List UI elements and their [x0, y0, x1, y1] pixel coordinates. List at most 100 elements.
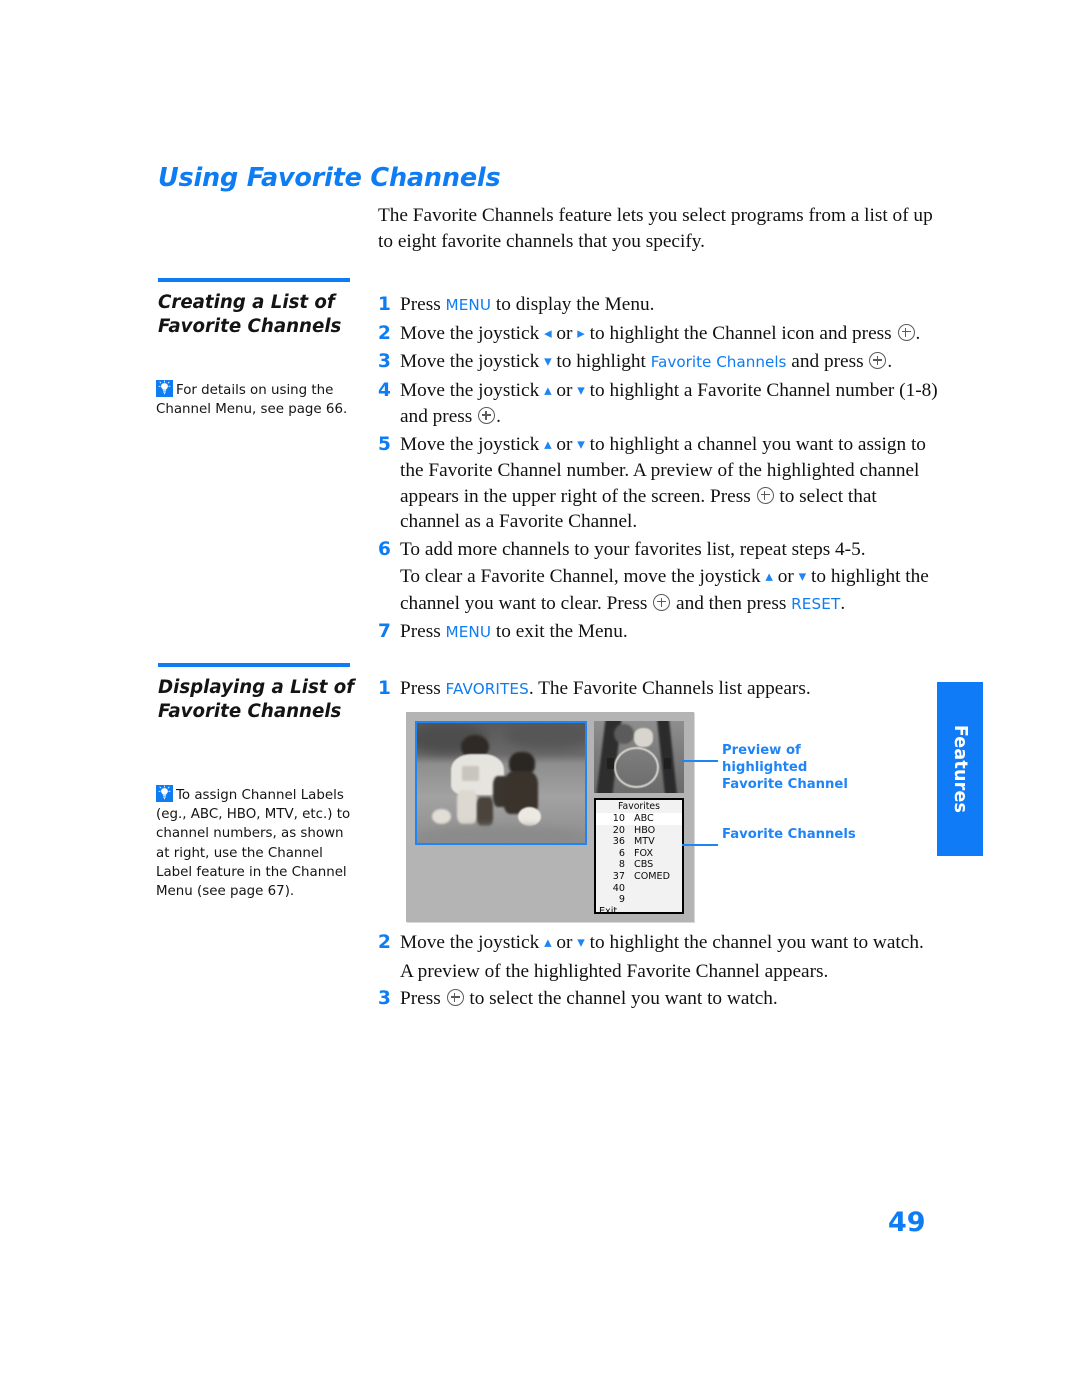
- joystick-down-arrow-icon: ▾: [798, 569, 807, 585]
- joystick-select-circle-plus-icon: [869, 352, 887, 369]
- step-number: 1: [378, 678, 391, 699]
- callout-leader-preview: [682, 760, 718, 762]
- favorites-row[interactable]: 10 ABC: [596, 813, 682, 825]
- favorites-row[interactable]: 8 CBS: [596, 859, 682, 871]
- step-item: 2 Move the joystick ◂ or ▸ to highlight t…: [378, 321, 938, 348]
- joystick-up-arrow-icon: ▴: [544, 436, 552, 453]
- joystick-up-arrow-icon: ▴: [544, 935, 552, 951]
- step-item: 6 To add more channels to your favorites …: [378, 537, 938, 563]
- favorites-channel-number: 8: [618, 859, 625, 871]
- joystick-select-circle-plus-icon: [897, 323, 915, 341]
- step-item: 7 Press MENU to exit the Menu.: [378, 619, 938, 646]
- joystick-select-circle-plus-icon: [478, 407, 496, 424]
- section1-rule: [158, 278, 350, 282]
- joystick-down-arrow-icon: ▾: [577, 436, 585, 453]
- step-text: Press MENU to display the Menu.: [400, 294, 655, 315]
- favorites-exit-item[interactable]: Exit: [596, 906, 682, 918]
- intro-paragraph: The Favorite Channels feature lets you s…: [378, 205, 933, 252]
- manual-page: Using Favorite Channels The Favorite Cha…: [0, 0, 1080, 1397]
- joystick-up-arrow-icon: ▴: [544, 382, 552, 399]
- step-item: 4 Move the joystick ▴ or ▾ to highlight a…: [378, 378, 938, 430]
- step-item: 3 Move the joystick ▾ to highlight Favori…: [378, 349, 938, 376]
- favorites-channel-number: 36: [612, 836, 625, 848]
- step-number: 2: [378, 932, 391, 953]
- step-number: 3: [378, 988, 391, 1009]
- bicycle-scene: [594, 721, 684, 793]
- favorites-channel-label: CBS: [634, 859, 654, 871]
- favorites-rows: 10 ABC 20 HBO 36 MTV 6 FOX 8 CBS 37 COMED 40 9: [596, 813, 682, 906]
- step-continuation-text: A preview of the highlighted Favorite Ch…: [400, 960, 829, 982]
- step-text: Press to select the channel you want to …: [400, 988, 778, 1009]
- step-number: 3: [378, 351, 391, 372]
- favorites-channel-number: 6: [618, 847, 625, 859]
- favorites-channel-number: 9: [618, 894, 625, 906]
- callout-preview-label: Preview of highlighted Favorite Channel: [722, 743, 848, 792]
- favorites-row[interactable]: 20 HBO: [596, 825, 682, 837]
- favorites-row[interactable]: 9: [596, 894, 682, 906]
- favorites-channel-label: ABC: [634, 813, 654, 824]
- step-number: 6: [378, 538, 391, 560]
- step-text: To add more channels to your favorites l…: [400, 538, 866, 560]
- step-text: Move the joystick ▴ or ▾ to highlight th…: [400, 930, 938, 957]
- joystick-select-circle-plus-icon: [653, 593, 671, 611]
- section2-tip-text: To assign Channel Labels (eg., ABC, HBO,…: [156, 788, 351, 900]
- step-text: Move the joystick ▾ to highlight Favorit…: [400, 349, 938, 376]
- football-scene: [417, 723, 585, 843]
- callout-leader-list: [682, 844, 718, 846]
- joystick-right-arrow-icon: ▸: [577, 325, 585, 342]
- section1-tip: For details on using the Channel Menu, s…: [156, 380, 356, 419]
- favorites-channel-label: [634, 894, 679, 906]
- section2-step1: 1 Press FAVORITES. The Favorite Channels …: [378, 676, 938, 705]
- step-text: Move the joystick ◂ or ▸ to highlight th…: [400, 321, 938, 348]
- favorites-row[interactable]: 37 COMED: [596, 871, 682, 883]
- step-number: 7: [378, 621, 391, 642]
- highlighted-channel-preview-image: [594, 721, 684, 793]
- joystick-select-circle-plus-icon: [446, 989, 464, 1006]
- lightbulb-tip-icon: [156, 380, 173, 397]
- keyword-favorites: FAVORITES: [445, 680, 529, 698]
- page-title: Using Favorite Channels: [158, 163, 501, 193]
- favorites-channel-label: [634, 883, 679, 895]
- joystick-up-arrow-icon: ▴: [765, 569, 773, 585]
- favorite-channels-figure: Favorites 10 ABC 20 HBO 36 MTV 6 FOX 8 CBS 37 COMED…: [406, 712, 694, 922]
- step-item: 2 Move the joystick ▴ or ▾ to highlight t…: [378, 930, 938, 957]
- features-side-tab-label: Features: [950, 724, 970, 814]
- features-side-tab: Features: [937, 682, 983, 856]
- lightbulb-tip-icon: [156, 785, 173, 802]
- section2-tip: To assign Channel Labels (eg., ABC, HBO,…: [156, 785, 356, 901]
- step-number: 2: [378, 322, 391, 344]
- favorites-row[interactable]: 40: [596, 883, 682, 895]
- step-continuation-text: To clear a Favorite Channel, move the jo…: [400, 566, 929, 614]
- favorites-row[interactable]: 36 MTV: [596, 836, 682, 848]
- section2-heading: Displaying a List of Favorite Channels: [158, 677, 355, 722]
- step-number: 5: [378, 433, 391, 455]
- section2-steps-rest: 2 Move the joystick ▴ or ▾ to highlight t…: [378, 930, 938, 1014]
- step-text: Press FAVORITES. The Favorite Channels l…: [400, 678, 811, 699]
- favorites-channel-number: 37: [612, 870, 625, 882]
- favorites-channel-label: COMED: [634, 870, 670, 882]
- favorites-channel-label: MTV: [634, 836, 655, 848]
- keyword-menu: MENU: [445, 623, 492, 641]
- favorites-channel-number: 20: [612, 824, 625, 836]
- favorites-list-panel: Favorites 10 ABC 20 HBO 36 MTV 6 FOX 8 CBS 37 COMED…: [594, 798, 684, 917]
- step-item: 1 Press FAVORITES. The Favorite Channels …: [378, 676, 938, 703]
- step-text: Move the joystick ▴ or ▾ to highlight a …: [400, 379, 938, 428]
- favorites-channel-label: FOX: [634, 847, 654, 859]
- keyword-reset: RESET: [791, 594, 841, 613]
- section2-rule: [158, 663, 350, 667]
- step-item: 5 Move the joystick ▴ or ▾ to highlight a…: [378, 432, 938, 535]
- joystick-select-circle-plus-icon: [756, 486, 774, 504]
- joystick-down-arrow-icon: ▾: [577, 935, 585, 951]
- joystick-down-arrow-icon: ▾: [577, 382, 585, 399]
- favorites-row[interactable]: 6 FOX: [596, 848, 682, 860]
- step-number: 4: [378, 379, 391, 401]
- main-channel-preview-image: [415, 721, 587, 845]
- step-item: 1 Press MENU to display the Menu.: [378, 292, 938, 319]
- joystick-left-arrow-icon: ◂: [544, 325, 552, 342]
- joystick-down-arrow-icon: ▾: [544, 354, 552, 370]
- favorites-channel-number: 10: [612, 813, 625, 824]
- callout-list-label: Favorite Channels: [722, 827, 856, 842]
- favorites-panel-title: Favorites: [618, 801, 660, 812]
- favorites-channel-number: 40: [612, 882, 625, 894]
- step-text: Move the joystick ▴ or ▾ to highlight a …: [400, 433, 926, 533]
